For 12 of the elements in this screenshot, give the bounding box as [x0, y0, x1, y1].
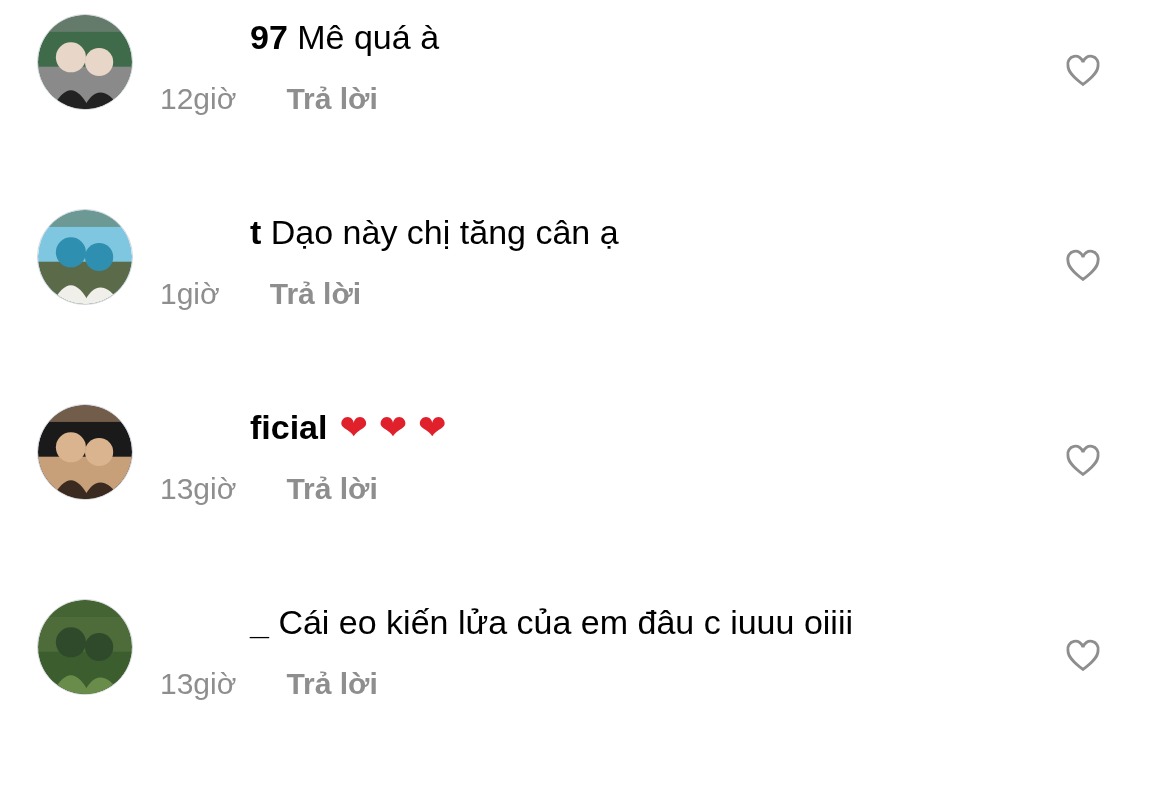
comment-text: Cái eo kiến lửa của em đâu c iuuu oiiii [277, 603, 853, 641]
comment-time: 12giờ [160, 81, 237, 117]
comment-time: 13giờ [160, 666, 237, 702]
comment-text: Mê quá à [296, 18, 440, 56]
comment-text: Dạo này chị tăng cân ạ [269, 213, 619, 251]
heart-emoji: ❤ ❤ ❤ [339, 407, 447, 447]
comment-time: 1giờ [160, 276, 220, 312]
username[interactable]: _ [250, 603, 269, 641]
username[interactable]: ficial [250, 408, 328, 446]
username[interactable]: t [250, 213, 262, 251]
username[interactable]: 97 [250, 18, 288, 56]
comment-time: 13giờ [160, 471, 237, 507]
